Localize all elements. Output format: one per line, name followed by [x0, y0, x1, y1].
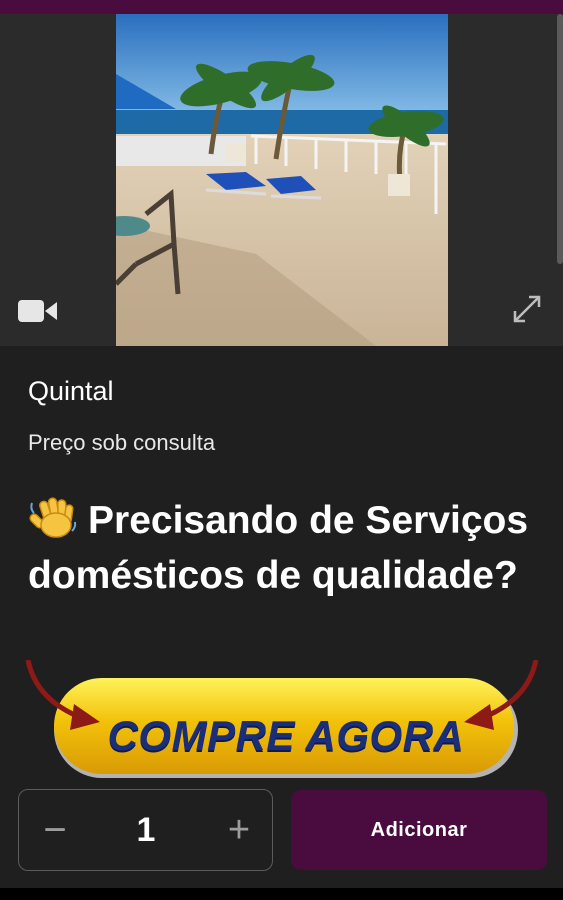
- quantity-value: 1: [136, 811, 156, 849]
- add-to-cart-button[interactable]: Adicionar: [291, 790, 547, 870]
- scrollbar[interactable]: [557, 14, 563, 264]
- buy-now-label[interactable]: COMPRE AGORA: [76, 712, 496, 760]
- waving-hand-icon: [28, 495, 78, 539]
- top-accent-bar: [0, 0, 563, 14]
- video-camera-icon[interactable]: [18, 298, 58, 324]
- product-title: Quintal: [28, 376, 114, 406]
- headline-text: Precisando de Serviços domésticos de qua…: [28, 499, 529, 597]
- quantity-stepper[interactable]: − 1 +: [18, 789, 273, 871]
- system-nav-bar: [0, 888, 563, 900]
- promo-headline: Precisando de Serviços domésticos de qua…: [28, 493, 543, 603]
- expand-icon[interactable]: [511, 293, 543, 325]
- price-text: Preço sob consulta: [28, 430, 216, 455]
- product-photo[interactable]: [116, 14, 448, 346]
- decrease-quantity-button[interactable]: −: [35, 810, 75, 850]
- increase-quantity-button[interactable]: +: [219, 810, 259, 850]
